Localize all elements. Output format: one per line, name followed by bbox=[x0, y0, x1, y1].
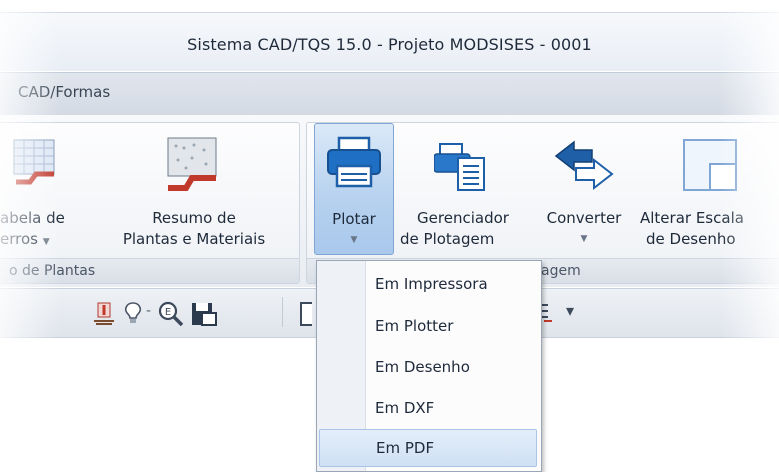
svg-text:E: E bbox=[165, 307, 171, 318]
resumo-label-1: Resumo de bbox=[152, 209, 236, 227]
converter-button[interactable]: Converter ▼ bbox=[532, 122, 636, 244]
convert-arrows-icon bbox=[554, 140, 614, 191]
toolbar-separator bbox=[282, 297, 283, 327]
scale-drawing-icon bbox=[683, 139, 737, 191]
menu-item-em-impressora[interactable]: Em Impressora bbox=[319, 265, 537, 303]
plotar-dropdown-menu: Em Impressora Em Plotter Em Desenho Em D… bbox=[316, 260, 542, 472]
window-title: Sistema CAD/TQS 15.0 - Projeto MODSISES … bbox=[187, 35, 592, 54]
plotar-button[interactable]: Plotar ▼ bbox=[314, 123, 394, 255]
tabela-ferros-button[interactable]: abela de erros ▼ bbox=[0, 122, 94, 248]
gerenciador-plotagem-button[interactable]: Gerenciador de Plotagem bbox=[396, 122, 530, 248]
zoom-extents-icon[interactable]: E bbox=[158, 301, 184, 327]
alterar-label-2: de Desenho bbox=[646, 230, 736, 248]
menu-item-em-pdf[interactable]: Em PDF bbox=[319, 429, 537, 467]
tabela-label-1: abela de bbox=[0, 209, 65, 227]
converter-label: Converter bbox=[546, 209, 622, 227]
plotar-dropdown-arrow[interactable]: ▼ bbox=[315, 230, 393, 250]
table-grid-icon bbox=[13, 139, 55, 185]
print-manager-icon bbox=[434, 143, 485, 191]
alterar-label-1: Alterar Escala bbox=[640, 209, 744, 227]
printer-icon bbox=[327, 136, 381, 188]
gerenciador-label-2: de Plotagem bbox=[400, 230, 495, 248]
tab-cad-formas[interactable]: CAD/Formas bbox=[18, 83, 110, 101]
rebar-extract-icon[interactable] bbox=[92, 301, 116, 325]
tabela-label-2-row: erros ▼ bbox=[0, 229, 94, 252]
lightbulb-dropdown-arrow[interactable]: - bbox=[146, 303, 151, 319]
application-window: Sistema CAD/TQS 15.0 - Projeto MODSISES … bbox=[0, 0, 779, 472]
converter-dropdown-arrow[interactable]: ▼ bbox=[532, 229, 636, 249]
resumo-label-2: Plantas e Materiais bbox=[122, 230, 266, 248]
lightbulb-icon[interactable] bbox=[122, 301, 144, 325]
tabela-dropdown-arrow: ▼ bbox=[42, 237, 50, 247]
menu-item-em-dxf[interactable]: Em DXF bbox=[319, 389, 537, 427]
plotar-label: Plotar bbox=[332, 210, 376, 228]
resumo-plantas-materiais-button[interactable]: Resumo de Plantas e Materiais bbox=[96, 122, 292, 248]
alterar-escala-button[interactable]: Alterar Escala de Desenho bbox=[636, 122, 779, 248]
drawing-summary-icon bbox=[167, 137, 217, 191]
document-icon[interactable] bbox=[300, 301, 312, 327]
tabela-label-2: erros bbox=[0, 230, 38, 248]
sort-icon[interactable] bbox=[540, 301, 556, 325]
group-label-plantas: o de Plantas bbox=[0, 258, 299, 283]
ribbon-tab-row: CAD/Formas bbox=[0, 72, 779, 116]
customize-toolbar-dropdown[interactable]: ▾ bbox=[566, 301, 574, 320]
gerenciador-label-1: Gerenciador bbox=[417, 209, 509, 227]
menu-item-em-desenho[interactable]: Em Desenho bbox=[319, 348, 537, 386]
menu-item-em-plotter[interactable]: Em Plotter bbox=[319, 307, 537, 345]
save-view-icon[interactable] bbox=[190, 301, 218, 327]
title-bar: Sistema CAD/TQS 15.0 - Projeto MODSISES … bbox=[0, 12, 779, 71]
